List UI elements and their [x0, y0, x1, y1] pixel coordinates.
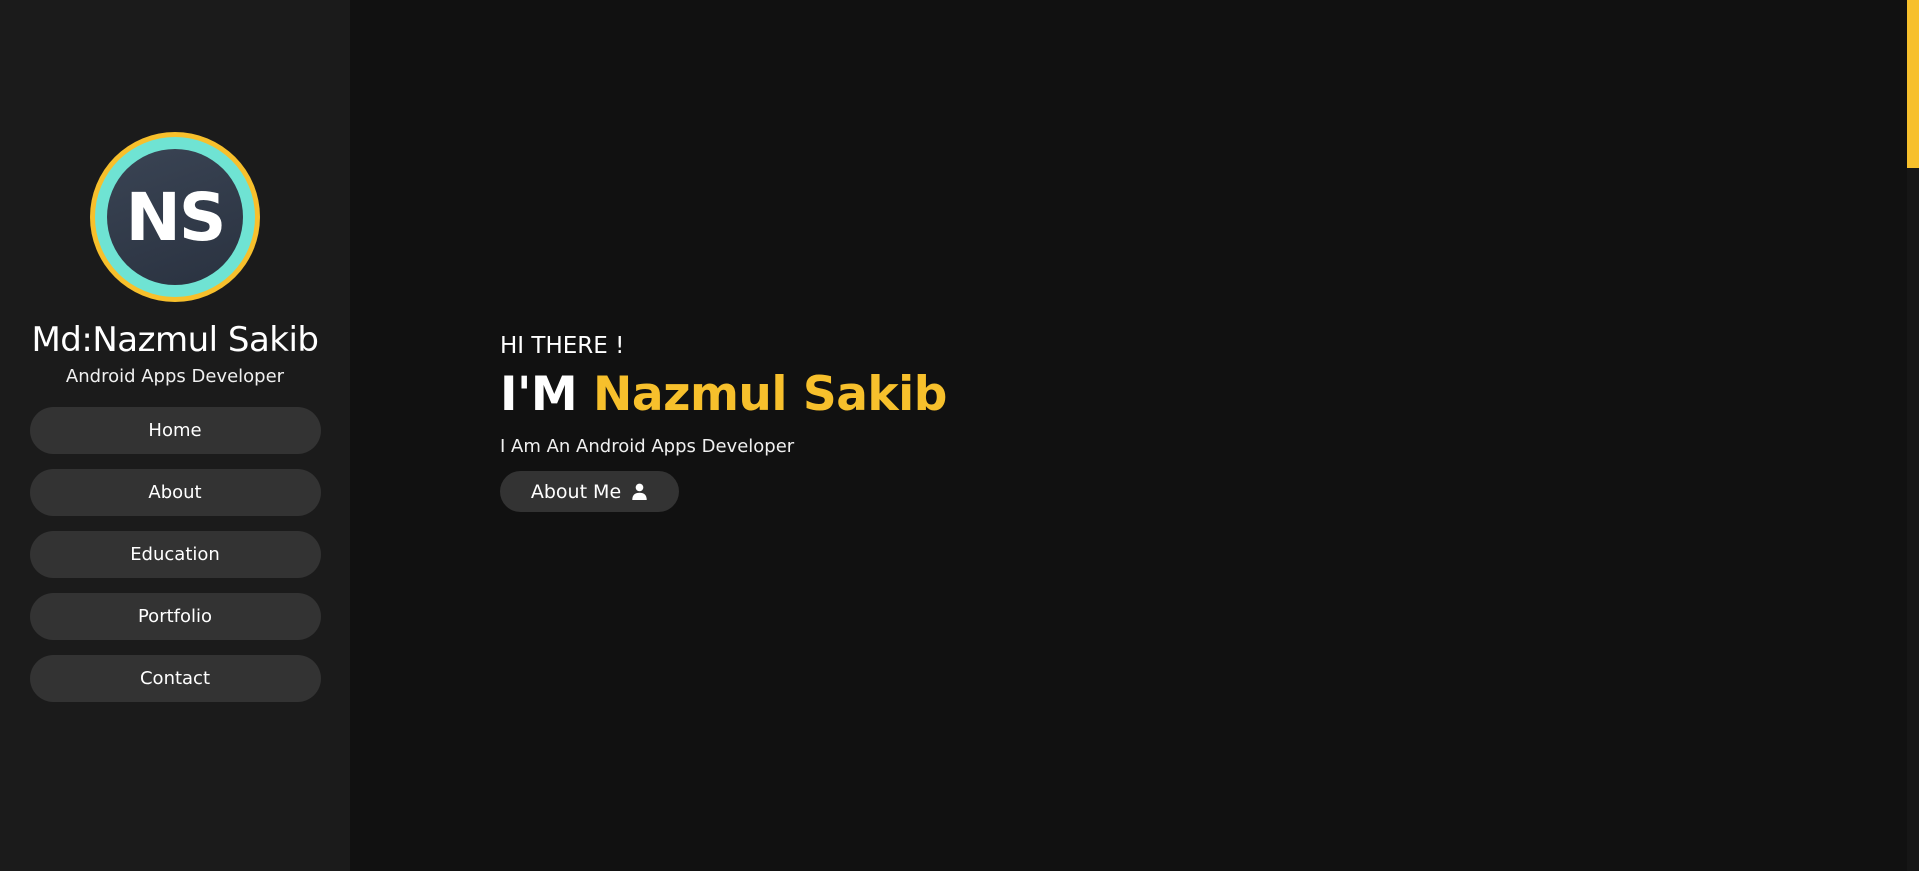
page-scrollbar[interactable]	[1907, 0, 1919, 871]
about-me-button[interactable]: About Me	[500, 471, 679, 512]
nav-item-contact[interactable]: Contact	[29, 655, 321, 702]
avatar-ring: NS	[95, 137, 255, 297]
profile-role: Android Apps Developer	[65, 366, 285, 387]
hero-greeting: HI THERE !	[500, 333, 625, 359]
avatar-initials: NS	[107, 149, 243, 285]
hero-headline: I'M Nazmul Sakib	[500, 367, 947, 422]
user-icon	[632, 483, 647, 500]
headline-prefix: I'M	[500, 367, 578, 422]
about-me-label: About Me	[530, 480, 622, 503]
main-nav: Home About Education Portfolio Contact	[29, 407, 321, 702]
nav-item-education[interactable]: Education	[29, 531, 321, 578]
hero-tagline: I Am An Android Apps Developer	[500, 436, 795, 457]
hero-section: HI THERE ! I'M Nazmul Sakib I Am An Andr…	[500, 333, 947, 512]
scrollbar-thumb[interactable]	[1907, 0, 1919, 168]
nav-item-about[interactable]: About	[29, 469, 321, 516]
headline-name: Nazmul Sakib	[593, 367, 947, 422]
nav-item-portfolio[interactable]: Portfolio	[29, 593, 321, 640]
profile-name: Md:Nazmul Sakib	[31, 320, 319, 360]
nav-item-home[interactable]: Home	[29, 407, 321, 454]
sidebar: NS Md:Nazmul Sakib Android Apps Develope…	[0, 0, 350, 871]
avatar: NS	[90, 132, 260, 302]
